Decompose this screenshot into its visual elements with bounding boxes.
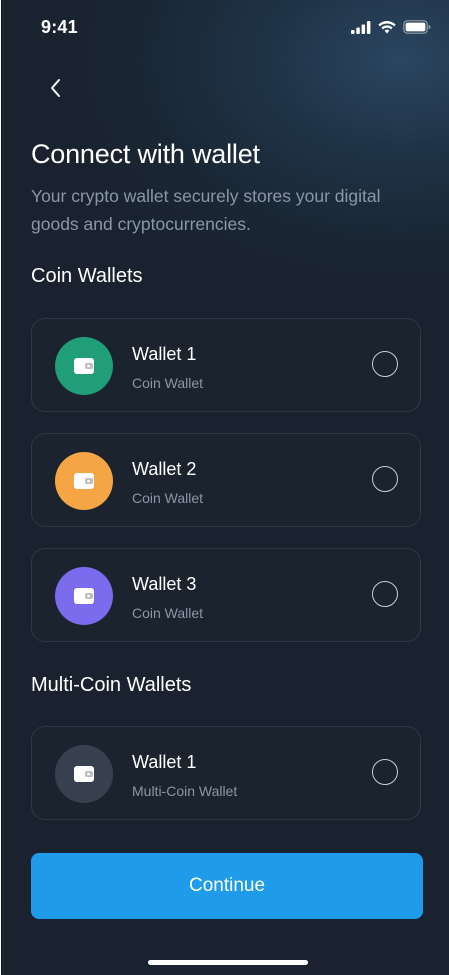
wallet-type: Coin Wallet	[132, 605, 204, 621]
wallet-card-coin-3[interactable]: Wallet 3 Coin Wallet	[31, 548, 421, 642]
battery-icon	[403, 20, 431, 34]
screen: 9:41 Connect with wallet Your crypto wal…	[1, 0, 449, 975]
wallet-card-multi-1[interactable]: Wallet 1 Multi-Coin Wallet	[31, 726, 421, 820]
wallet-icon	[74, 766, 94, 782]
page-subtitle: Your crypto wallet securely stores your …	[31, 186, 381, 234]
wallet-icon	[74, 473, 94, 489]
wallet-name: Wallet 3	[132, 574, 197, 594]
back-button[interactable]	[42, 74, 70, 102]
signal-icon	[351, 20, 371, 34]
wallet-avatar	[55, 567, 113, 625]
section-title-multi-coin-wallets: Multi-Coin Wallets	[31, 674, 192, 696]
wallet-radio[interactable]	[372, 466, 398, 492]
continue-button[interactable]: Continue	[31, 853, 423, 919]
wallet-name: Wallet 1	[132, 752, 197, 772]
wallet-avatar	[55, 337, 113, 395]
wallet-name: Wallet 2	[132, 459, 197, 479]
wallet-type: Multi-Coin Wallet	[132, 783, 238, 799]
wifi-icon	[378, 20, 396, 33]
wallet-card-coin-1[interactable]: Wallet 1 Coin Wallet	[31, 318, 421, 412]
wallet-radio[interactable]	[372, 581, 398, 607]
wallet-icon	[74, 588, 94, 604]
status-bar: 9:41	[2, 0, 449, 56]
wallet-radio[interactable]	[372, 351, 398, 377]
page-title: Connect with wallet	[31, 139, 260, 169]
status-icons	[351, 20, 431, 34]
home-indicator[interactable]	[148, 960, 308, 965]
wallet-icon	[74, 358, 94, 374]
wallet-type: Coin Wallet	[132, 375, 204, 391]
chevron-left-icon	[51, 79, 60, 97]
wallet-avatar	[55, 745, 113, 803]
status-time: 9:41	[41, 17, 78, 37]
wallet-radio[interactable]	[372, 759, 398, 785]
wallet-card-coin-2[interactable]: Wallet 2 Coin Wallet	[31, 433, 421, 527]
section-title-coin-wallets: Coin Wallets	[31, 265, 143, 287]
wallet-name: Wallet 1	[132, 344, 197, 364]
wallet-avatar	[55, 452, 113, 510]
wallet-type: Coin Wallet	[132, 490, 204, 506]
